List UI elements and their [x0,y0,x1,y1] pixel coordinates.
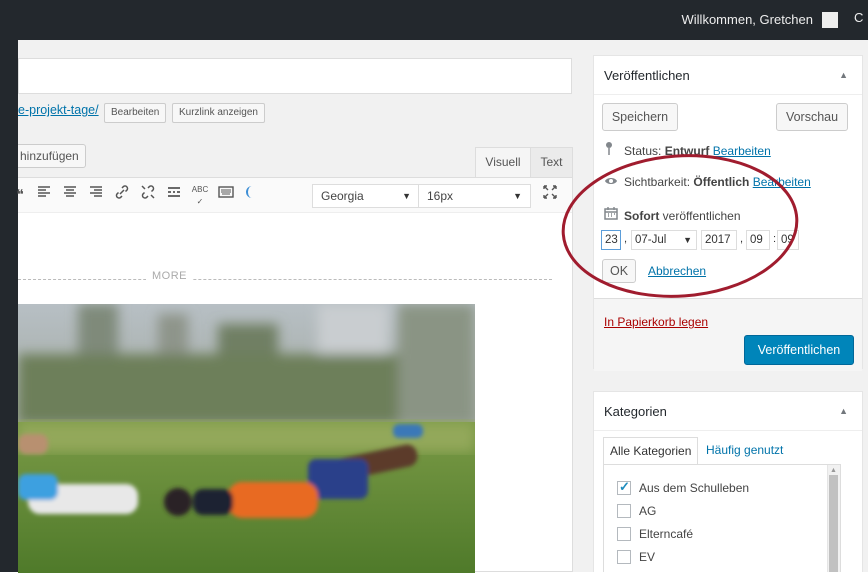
more-label: MORE [146,270,193,282]
scroll-up-icon[interactable]: ▲ [830,467,837,474]
list-item[interactable]: AG [617,503,656,521]
add-media-label: hinzufügen [20,149,79,163]
editor[interactable]: ❝ ABC ✓ Georgia ▼ 16px ▼ MORE [16,177,573,573]
font-family-select[interactable]: Georgia ▼ [312,184,420,208]
checkbox[interactable] [617,549,631,564]
editor-toolbar: ❝ ABC ✓ Georgia ▼ 16px ▼ [16,178,572,213]
categories-title: Kategorien [604,404,667,419]
link-icon[interactable] [112,184,132,204]
tab-all-categories[interactable]: Alle Kategorien [603,437,698,465]
category-label: AG [639,504,657,518]
spellcheck-icon[interactable]: ABC ✓ [190,184,210,206]
publish-title: Veröffentlichen [604,68,690,83]
admin-bar: Willkommen, Gretchen C [18,0,868,40]
highlight-ellipse [561,154,799,298]
scrollbar[interactable]: ▲ [827,465,840,572]
blockquote-icon[interactable]: ❝ [10,184,30,204]
checkbox-checked[interactable] [617,479,631,495]
left-border [0,0,18,572]
chevron-down-icon: ▼ [513,191,522,201]
add-media-button[interactable]: hinzufügen [18,144,86,168]
align-left-icon[interactable] [34,184,54,204]
category-list: Aus dem Schulleben AG Elterncafé EV ▲ [603,464,841,572]
fullscreen-icon[interactable] [540,184,560,204]
chevron-down-icon: ▼ [402,191,411,201]
admin-bar-right-letter[interactable]: C [854,10,868,25]
collapse-arrow-icon[interactable]: ▲ [839,406,848,416]
font-size-value: 16px [427,189,454,203]
list-item[interactable]: Elterncafé [617,526,693,544]
post-image[interactable] [18,304,475,573]
more-divider [18,279,552,281]
keyboard-icon[interactable] [216,184,236,204]
permalink-edit-button[interactable]: Bearbeiten [104,103,167,123]
font-size-select[interactable]: 16px ▼ [418,184,531,208]
shortlink-button[interactable]: Kurzlink anzeigen [172,103,265,123]
list-item[interactable]: EV [617,549,655,567]
publish-box: Veröffentlichen ▲ Speichern Vorschau Sta… [561,55,863,371]
tab-visual[interactable]: Visuell [475,147,531,177]
category-label: EV [639,550,656,564]
align-right-icon[interactable] [86,184,106,204]
publish-button[interactable]: Veröffentlichen [744,335,854,365]
category-label: Aus dem Schulleben [639,481,750,495]
publish-box-header[interactable]: Veröffentlichen ▲ [594,56,862,95]
preview-button[interactable]: Vorschau [776,103,848,131]
categories-box-header[interactable]: Kategorien ▲ [594,392,862,431]
checkbox[interactable] [617,503,631,518]
trash-link[interactable]: In Papierkorb legen [604,315,708,329]
checkbox[interactable] [617,526,631,541]
save-draft-button[interactable]: Speichern [602,103,678,131]
permalink-link[interactable]: e-projekt-tage/ [18,103,99,117]
publish-footer: In Papierkorb legen Veröffentlichen [594,298,862,371]
post-title-input[interactable] [18,58,572,94]
tab-popular-categories[interactable]: Häufig genutzt [706,437,783,465]
align-center-icon[interactable] [60,184,80,204]
welcome-text[interactable]: Willkommen, Gretchen [682,12,813,27]
list-item[interactable]: Aus dem Schulleben [617,479,750,498]
unlink-icon[interactable] [138,184,158,204]
category-label: Elterncafé [639,527,694,541]
collapse-arrow-icon[interactable]: ▲ [839,70,848,80]
scrollbar-thumb[interactable] [829,475,838,572]
avatar[interactable] [822,12,838,28]
distraction-free-icon[interactable] [240,184,260,204]
read-more-icon[interactable] [164,184,184,204]
font-family-value: Georgia [321,189,364,203]
